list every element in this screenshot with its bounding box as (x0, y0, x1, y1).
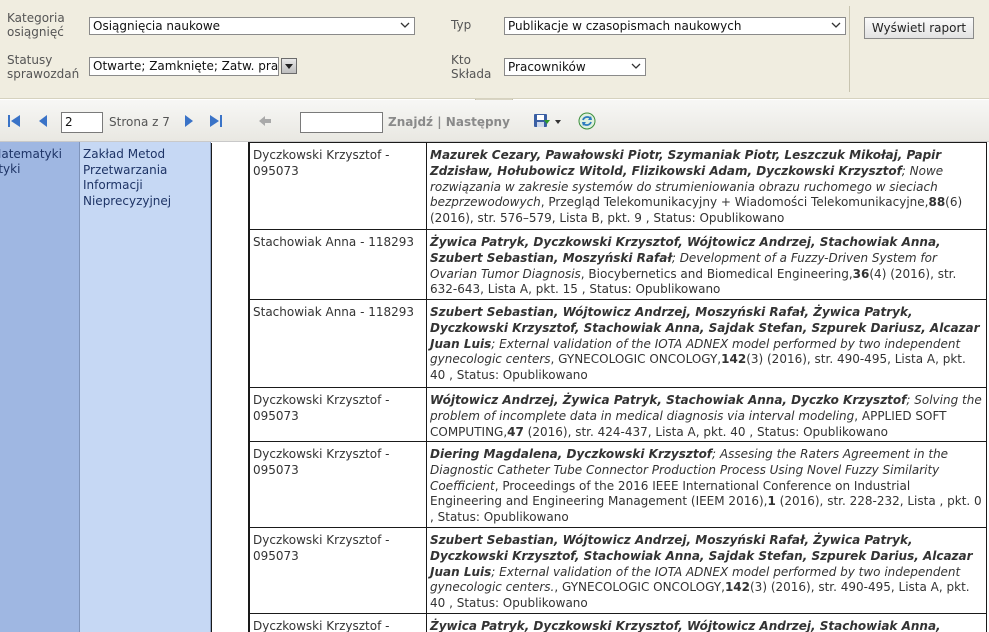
kto-sklada-label: Kto Składa (451, 53, 492, 81)
publication-row: Dyczkowski Krzysztof - 095073 Mazurek Cez… (211, 142, 987, 230)
page-count-label: Strona z 7 (109, 115, 170, 129)
publication-cell: Wójtowicz Andrzej, Żywica Patryk, Stacho… (426, 387, 987, 442)
title-separator: ; (901, 163, 910, 178)
kto-sklada-select[interactable]: Pracowników (504, 58, 646, 76)
person-cell: Stachowiak Anna - 118293 (249, 229, 427, 300)
title-separator: ; (491, 564, 500, 579)
report-toolbar: 2 Strona z 7 Znajdź | Następny (0, 100, 989, 142)
chevron-down-icon (631, 63, 641, 69)
publication-authors: Wójtowicz Andrzej, Żywica Patryk, Stacho… (430, 393, 907, 407)
empty-cell (211, 229, 250, 300)
back-arrow-icon[interactable] (257, 113, 273, 129)
publication-row: Stachowiak Anna - 118293 Żywica Patryk, D… (211, 229, 987, 300)
person-cell: Dyczkowski Krzysztof - (249, 613, 427, 632)
publication-details: (2016), str. 424-437, Lista A, pkt. 40 ,… (523, 424, 889, 439)
kategoria-value: Osiągnięcia naukowe (93, 19, 221, 33)
publication-row: Stachowiak Anna - 118293 Szubert Sebastia… (211, 299, 987, 388)
publication-cell: Żywica Patryk, Dyczkowski Krzysztof, Wój… (426, 613, 987, 632)
empty-cell (211, 299, 250, 388)
kategoria-select[interactable]: Osiągnięcia naukowe (89, 17, 415, 35)
typ-label: Typ (451, 18, 472, 32)
page-number-input[interactable]: 2 (61, 112, 103, 133)
find-link[interactable]: Znajdź (388, 115, 433, 129)
wydzial-cell: Matematyki atyki (0, 142, 80, 632)
empty-cell (211, 387, 250, 442)
person-cell: Dyczkowski Krzysztof - 095073 (249, 142, 427, 230)
publication-venue: , Biocybernetics and Biomedical Engineer… (580, 266, 853, 281)
find-text-input[interactable] (300, 112, 383, 133)
title-separator: ; (671, 250, 680, 265)
kto-sklada-value: Pracowników (508, 60, 586, 74)
publications-table: Dyczkowski Krzysztof - 095073 Mazurek Cez… (211, 142, 987, 632)
publication-row: Dyczkowski Krzysztof - 095073 Szubert Seb… (211, 527, 987, 614)
publication-row: Dyczkowski Krzysztof - 095073 Diering Mag… (211, 441, 987, 528)
refresh-icon[interactable] (578, 112, 596, 130)
publication-venue: , GYNECOLOGIC ONCOLOGY, (550, 352, 722, 367)
publication-volume: 88 (928, 195, 946, 210)
typ-value: Publikacje w czasopismach naukowych (508, 19, 742, 33)
wydzial-name: Matematyki atyki (0, 147, 62, 176)
title-separator: ; (491, 336, 500, 351)
find-links: Znajdź | Następny (388, 115, 510, 129)
report-body: Matematyki atyki Zakład Metod Przetwarza… (0, 142, 989, 632)
publication-row: Dyczkowski Krzysztof - 095073 Wójtowicz A… (211, 387, 987, 442)
statusy-multiselect[interactable]: Otwarte; Zamknięte; Zatw. pra (89, 57, 279, 76)
publication-volume: 1 (767, 494, 776, 509)
statusy-label: Statusy sprawozdań (7, 53, 80, 81)
person-cell: Dyczkowski Krzysztof - 095073 (249, 387, 427, 442)
empty-cell (211, 613, 250, 632)
empty-cell (211, 527, 250, 614)
empty-cell (211, 142, 250, 230)
publication-cell: Mazurek Cezary, Pawałowski Piotr, Szyman… (426, 142, 987, 230)
zaklad-cell: Zakład Metod Przetwarzania Informacji Ni… (80, 142, 211, 632)
publication-authors: Żywica Patryk, Dyczkowski Krzysztof, Wój… (430, 619, 941, 632)
publication-authors: Diering Magdalena, Dyczkowski Krzysztof (430, 447, 713, 461)
next-page-icon[interactable] (180, 113, 196, 129)
view-report-button[interactable]: Wyświetl raport (864, 17, 974, 39)
publication-cell: Szubert Sebastian, Wójtowicz Andrzej, Mo… (426, 299, 987, 388)
statusy-dropdown-button[interactable] (281, 58, 297, 74)
zaklad-name: Zakład Metod Przetwarzania Informacji Ni… (83, 147, 172, 208)
kategoria-label: Kategoria osiągnięć (7, 11, 65, 39)
chevron-down-icon (831, 22, 841, 28)
publication-venue: , Przegląd Telekomunikacyjny + Wiadomośc… (540, 195, 929, 210)
previous-page-icon[interactable] (36, 113, 52, 129)
parameters-divider (849, 6, 850, 92)
publication-volume: 142 (721, 352, 747, 367)
chevron-down-icon (400, 22, 410, 28)
publication-volume: 47 (507, 424, 524, 439)
typ-select[interactable]: Publikacje w czasopismach naukowych (504, 17, 846, 35)
find-separator: | (437, 115, 442, 129)
empty-cell (211, 441, 250, 528)
person-cell: Stachowiak Anna - 118293 (249, 299, 427, 388)
publication-authors: Mazurek Cezary, Pawałowski Piotr, Szyman… (430, 148, 942, 178)
export-save-icon[interactable] (533, 113, 551, 129)
export-dropdown-icon[interactable] (554, 113, 562, 129)
last-page-icon[interactable] (208, 113, 224, 129)
publication-volume: 142 (724, 580, 750, 595)
publication-volume: 36 (852, 266, 870, 281)
publication-cell: Szubert Sebastian, Wójtowicz Andrzej, Mo… (426, 527, 987, 614)
title-separator: ; (712, 447, 720, 461)
publication-cell: Żywica Patryk, Dyczkowski Krzysztof, Wój… (426, 229, 987, 300)
person-cell: Dyczkowski Krzysztof - 095073 (249, 441, 427, 528)
first-page-icon[interactable] (6, 113, 22, 129)
publication-venue: , GYNECOLOGIC ONCOLOGY, (554, 580, 725, 595)
publication-row: Dyczkowski Krzysztof - Żywica Patryk, Dyc… (211, 613, 987, 632)
statusy-value: Otwarte; Zamknięte; Zatw. pra (93, 59, 279, 73)
report-parameters-panel: Kategoria osiągnięć Osiągnięcia naukowe … (0, 0, 989, 99)
person-cell: Dyczkowski Krzysztof - 095073 (249, 527, 427, 614)
publication-cell: Diering Magdalena, Dyczkowski Krzysztof;… (426, 441, 987, 528)
find-next-link[interactable]: Następny (446, 115, 510, 129)
